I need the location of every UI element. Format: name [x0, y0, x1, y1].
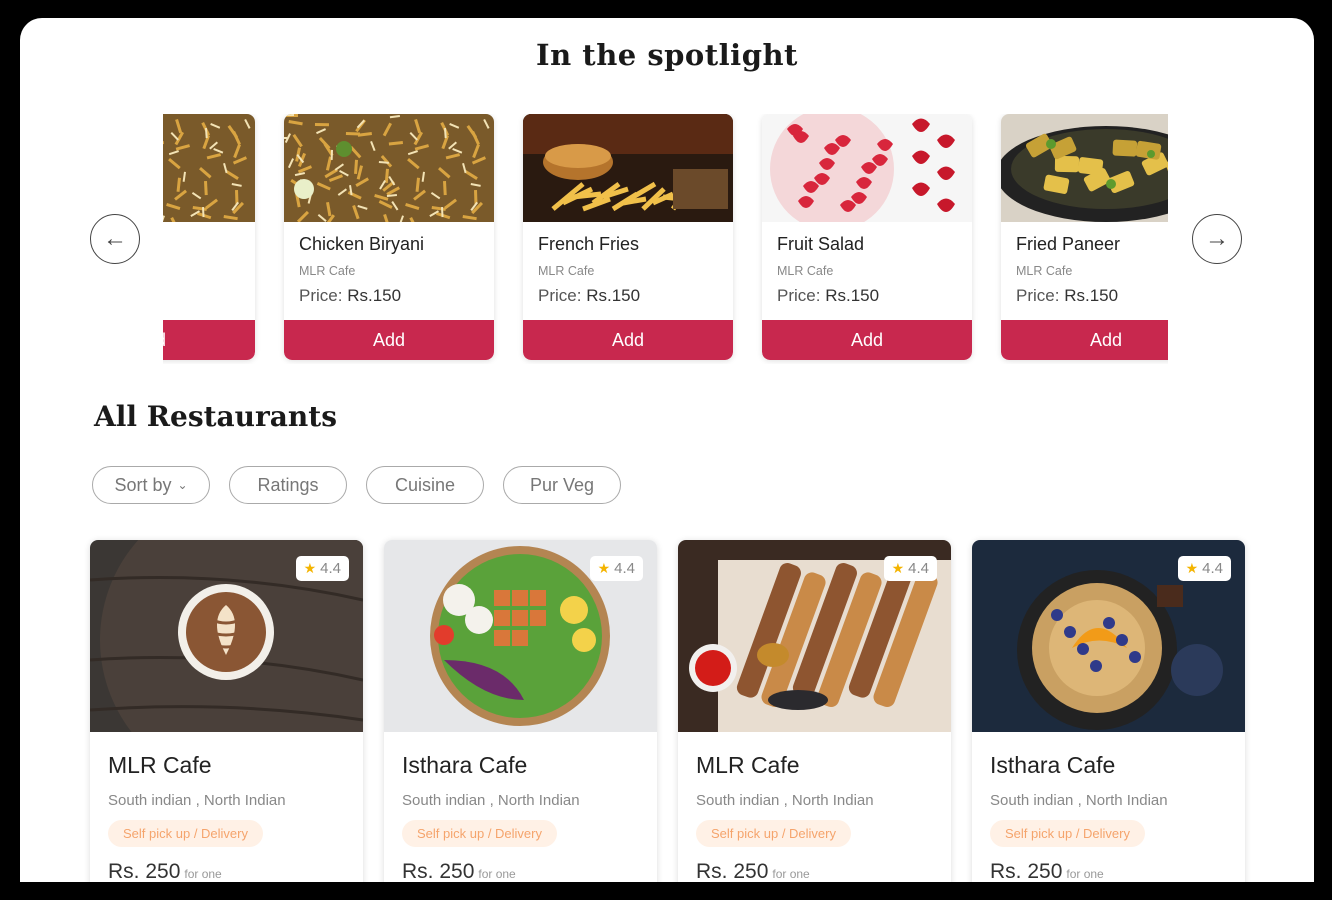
spotlight-title: In the spotlight: [536, 38, 798, 72]
price-value: Rs. 250: [696, 860, 769, 882]
restaurant-name: MLR Cafe: [696, 752, 800, 778]
pure-veg-filter[interactable]: Pur Veg: [503, 466, 621, 504]
carousel-next-button[interactable]: →: [1192, 214, 1242, 264]
dish-cafe: MLR Cafe: [777, 264, 834, 278]
price-value: Rs. 250: [108, 860, 181, 882]
carousel-prev-button[interactable]: ←: [90, 214, 140, 264]
star-icon: ★: [1185, 560, 1199, 576]
price-note: for one: [184, 867, 222, 881]
arrow-left-icon: ←: [103, 225, 127, 252]
price-value: Rs.150: [586, 286, 641, 305]
restaurant-price: Rs. 250 for one: [402, 860, 516, 882]
pure-veg-label: Pur Veg: [529, 474, 595, 495]
dish-cafe: MLR Cafe: [299, 264, 356, 278]
price-label: Price:: [777, 286, 821, 305]
dish-card[interactable]: French Fries MLR Cafe Price: Rs.150 Add: [523, 114, 733, 360]
sort-by-filter[interactable]: Sort by ⌄: [92, 466, 210, 504]
restaurant-price: Rs. 250 for one: [108, 860, 222, 882]
add-to-cart-button[interactable]: Add: [163, 320, 255, 360]
rating-value: 4.4: [1202, 560, 1223, 577]
ratings-filter[interactable]: Ratings: [229, 466, 347, 504]
price-note: for one: [1066, 867, 1104, 881]
restaurant-card[interactable]: ★ 4.4 Isthara Cafe South indian , North …: [972, 540, 1245, 882]
rating-badge: ★ 4.4: [883, 556, 937, 581]
spotlight-carousel[interactable]: Biryani MLR Cafe Price: Rs.150 Add Chick…: [163, 114, 1168, 364]
rating-badge: ★ 4.4: [295, 556, 349, 581]
price-value: Rs.150: [825, 286, 880, 305]
dish-image: [163, 114, 255, 222]
all-restaurants-title: All Restaurants: [94, 400, 337, 433]
dish-name: Fried Paneer: [1016, 234, 1121, 254]
price-label: Price:: [299, 286, 343, 305]
star-icon: ★: [891, 560, 905, 576]
rating-value: 4.4: [320, 560, 341, 577]
rating-badge: ★ 4.4: [589, 556, 643, 581]
dish-cafe: MLR Cafe: [538, 264, 595, 278]
restaurant-image: ★ 4.4: [972, 540, 1245, 732]
add-to-cart-button[interactable]: Add: [1001, 320, 1168, 360]
restaurant-name: MLR Cafe: [108, 752, 212, 778]
price-label: Price:: [1016, 286, 1060, 305]
dish-price: Price: Rs.150: [299, 286, 401, 306]
dish-card[interactable]: Fried Paneer MLR Cafe Price: Rs.150 Add: [1001, 114, 1168, 360]
service-badge: Self pick up / Delivery: [696, 820, 851, 847]
dish-price: Price: Rs.150: [777, 286, 879, 306]
dish-price: Price: Rs.150: [538, 286, 640, 306]
star-icon: ★: [303, 560, 317, 576]
restaurant-image: ★ 4.4: [384, 540, 657, 732]
restaurant-cuisine: South indian , North Indian: [108, 792, 286, 809]
restaurant-card[interactable]: ★ 4.4 Isthara Cafe South indian , North …: [384, 540, 657, 882]
service-badge: Self pick up / Delivery: [402, 820, 557, 847]
dish-card[interactable]: Chicken Biryani MLR Cafe Price: Rs.150 A…: [284, 114, 494, 360]
restaurant-card[interactable]: ★ 4.4 MLR Cafe South indian , North Indi…: [90, 540, 363, 882]
cuisine-label: Cuisine: [394, 474, 456, 495]
carousel-track: Biryani MLR Cafe Price: Rs.150 Add Chick…: [163, 114, 1168, 360]
restaurant-cuisine: South indian , North Indian: [402, 792, 580, 809]
price-value: Rs.150: [347, 286, 402, 305]
dish-image: [1001, 114, 1168, 222]
app-window: In the spotlight ← Biryani MLR Cafe Pric…: [20, 18, 1314, 882]
restaurant-cuisine: South indian , North Indian: [990, 792, 1168, 809]
restaurant-card[interactable]: ★ 4.4 MLR Cafe South indian , North Indi…: [678, 540, 951, 882]
dish-cafe: MLR Cafe: [1016, 264, 1073, 278]
rating-badge: ★ 4.4: [1177, 556, 1231, 581]
ratings-label: Ratings: [257, 474, 319, 495]
rating-value: 4.4: [908, 560, 929, 577]
service-badge: Self pick up / Delivery: [108, 820, 263, 847]
chevron-down-icon: ⌄: [177, 478, 188, 492]
price-note: for one: [478, 867, 516, 881]
restaurant-grid: ★ 4.4 MLR Cafe South indian , North Indi…: [90, 540, 1245, 882]
add-to-cart-button[interactable]: Add: [762, 320, 972, 360]
dish-price: Price: Rs.150: [1016, 286, 1118, 306]
dish-image: [762, 114, 972, 222]
dish-name: French Fries: [538, 234, 640, 254]
cuisine-filter[interactable]: Cuisine: [366, 466, 484, 504]
restaurant-name: Isthara Cafe: [402, 752, 528, 778]
dish-image: [284, 114, 494, 222]
dish-card[interactable]: Fruit Salad MLR Cafe Price: Rs.150 Add: [762, 114, 972, 360]
dish-card[interactable]: Biryani MLR Cafe Price: Rs.150 Add: [163, 114, 255, 360]
restaurant-cuisine: South indian , North Indian: [696, 792, 874, 809]
price-value: Rs.150: [1064, 286, 1119, 305]
rating-value: 4.4: [614, 560, 635, 577]
restaurant-price: Rs. 250 for one: [990, 860, 1104, 882]
price-value: Rs. 250: [402, 860, 475, 882]
restaurant-image: ★ 4.4: [678, 540, 951, 732]
dish-name: Fruit Salad: [777, 234, 865, 254]
dish-image: [523, 114, 733, 222]
star-icon: ★: [597, 560, 611, 576]
dish-name: Chicken Biryani: [299, 234, 425, 254]
price-note: for one: [772, 867, 810, 881]
price-value: Rs. 250: [990, 860, 1063, 882]
restaurant-image: ★ 4.4: [90, 540, 363, 732]
price-label: Price:: [538, 286, 582, 305]
arrow-right-icon: →: [1205, 225, 1229, 252]
restaurant-name: Isthara Cafe: [990, 752, 1116, 778]
restaurant-price: Rs. 250 for one: [696, 860, 810, 882]
add-to-cart-button[interactable]: Add: [284, 320, 494, 360]
add-to-cart-button[interactable]: Add: [523, 320, 733, 360]
filter-bar: Sort by ⌄ Ratings Cuisine Pur Veg: [92, 466, 621, 504]
service-badge: Self pick up / Delivery: [990, 820, 1145, 847]
sort-by-label: Sort by: [114, 474, 172, 495]
